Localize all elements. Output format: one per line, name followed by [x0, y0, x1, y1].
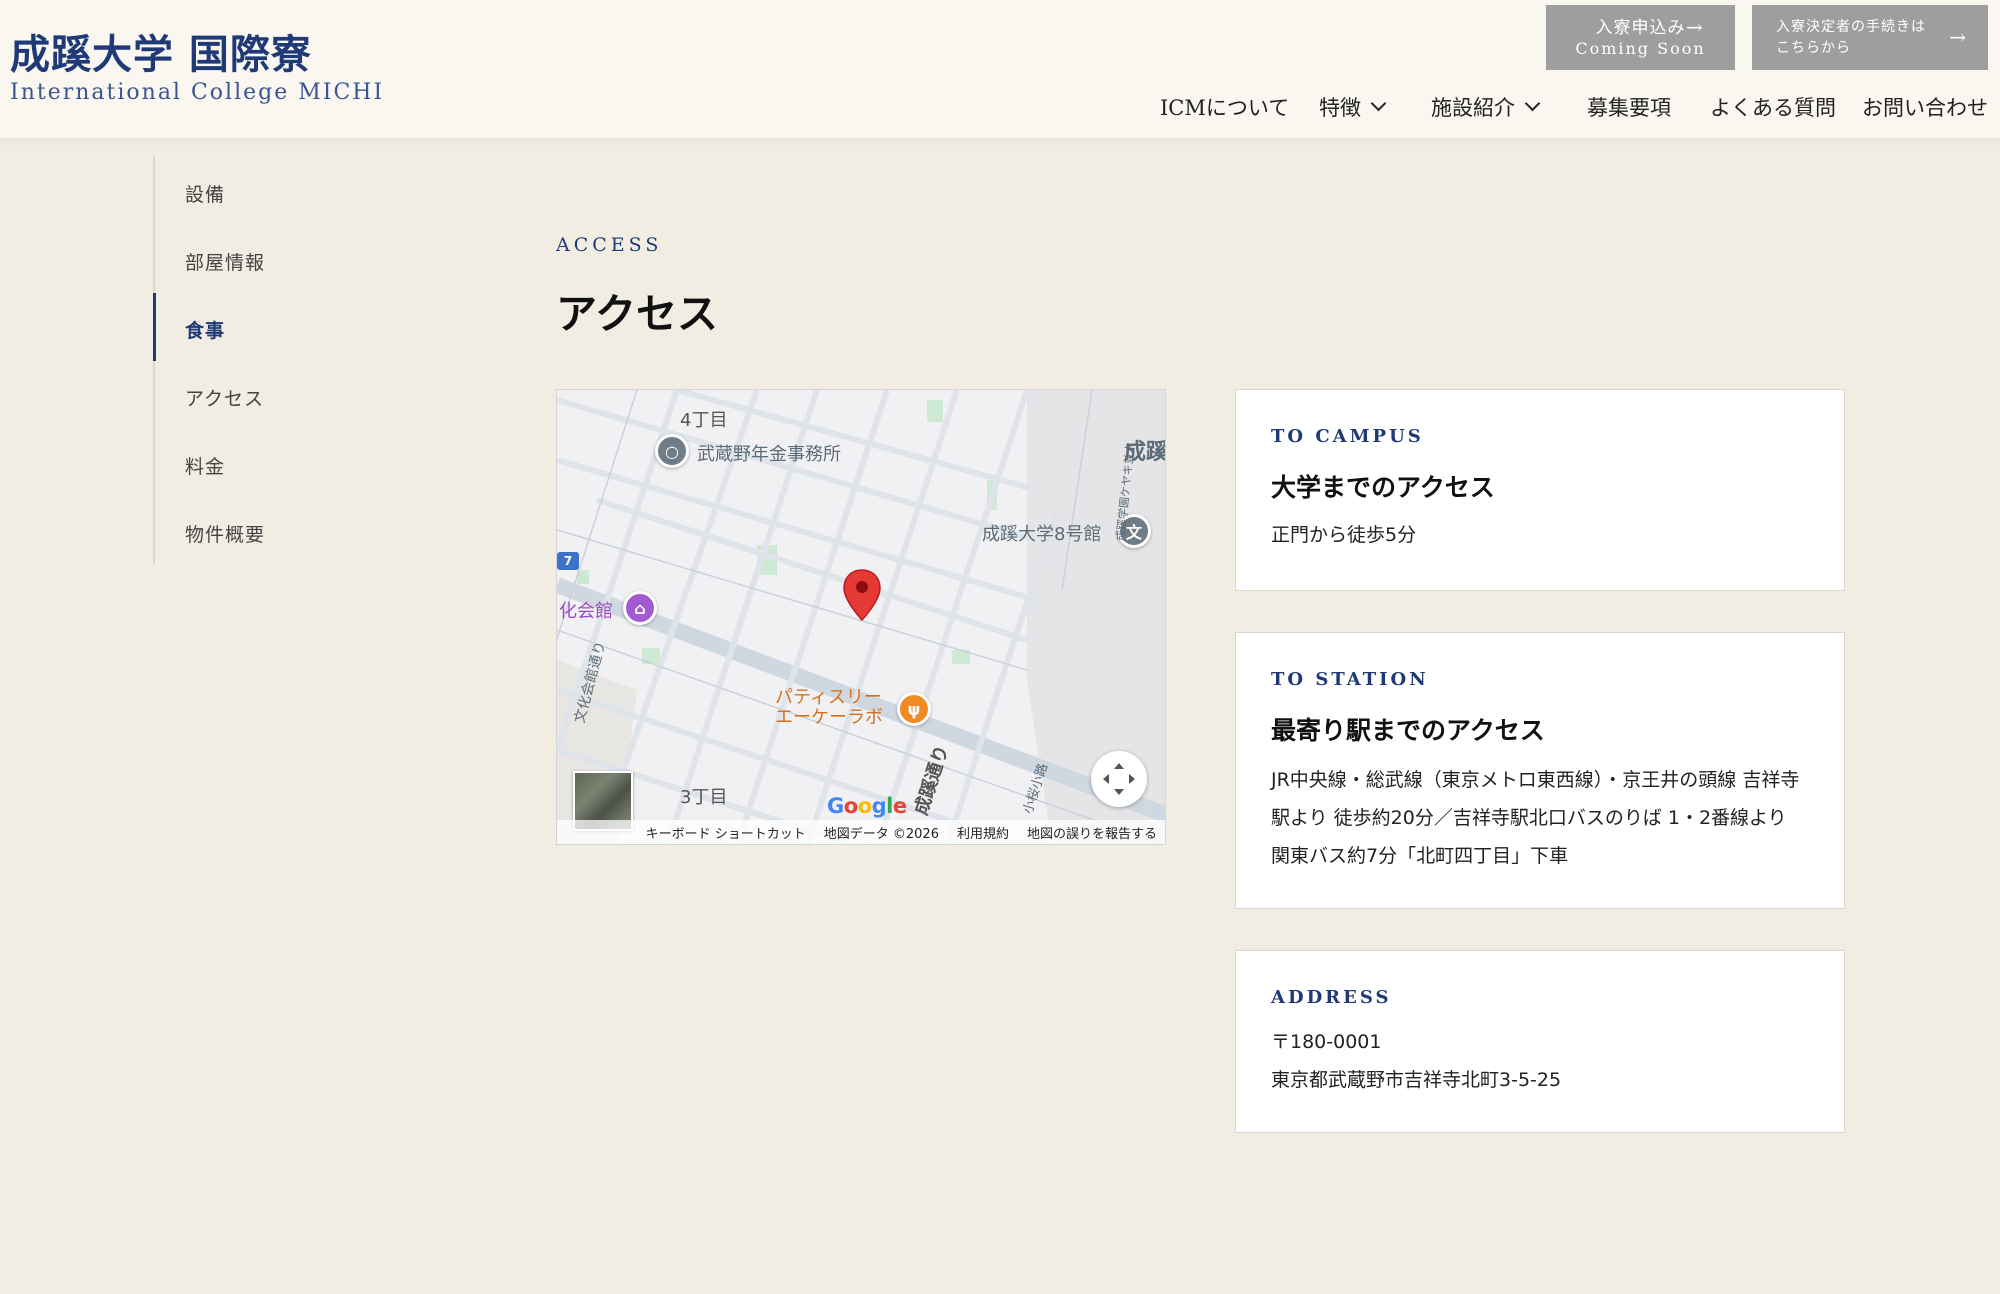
logo-english[interactable]: International College MICHI [10, 80, 384, 105]
nav-item-faq[interactable]: よくある質問 [1710, 90, 1836, 124]
nav-item-label: お問い合わせ [1862, 96, 1988, 120]
map-label-patisserie-1[interactable]: パティスリー [775, 688, 882, 708]
nav-item-about[interactable]: ICMについて [1160, 90, 1289, 124]
report-error-link[interactable]: 地図の誤りを報告する [1027, 823, 1157, 842]
arrow-right-icon: → [1686, 15, 1703, 39]
card-title: 大学までのアクセス [1271, 473, 1495, 502]
procedure-button-label-1: 入寮決定者の手続きは [1776, 18, 1926, 35]
nav-item-facilities[interactable]: 施設紹介 [1431, 90, 1541, 124]
sidebar-active-indicator [153, 293, 156, 361]
nav-item-label: ICMについて [1160, 96, 1290, 120]
map-label-pension-office[interactable]: 武蔵野年金事務所 [697, 440, 841, 466]
route-7-badge: 7 [557, 552, 579, 570]
sidebar-item-rooms[interactable]: 部屋情報 [185, 248, 265, 275]
nav-item-label: 募集要項 [1587, 96, 1671, 120]
apply-button-sublabel: Coming Soon [1575, 38, 1706, 58]
site-header: 成蹊大学 国際寮 International College MICHI 入寮申… [0, 0, 2000, 138]
terms-link[interactable]: 利用規約 [957, 823, 1009, 842]
sidebar-item-equipment[interactable]: 設備 [185, 180, 225, 207]
campus-access-card: TO CAMPUS 大学までのアクセス 正門から徒歩5分 [1235, 389, 1845, 591]
sidebar-item-access[interactable]: アクセス [185, 384, 264, 411]
logo-japanese[interactable]: 成蹊大学 国際寮 [10, 22, 312, 80]
procedure-button[interactable]: 入寮決定者の手続きは こちらから → [1752, 5, 1988, 70]
sidebar-item-property[interactable]: 物件概要 [185, 520, 265, 547]
chevron-down-icon [1370, 95, 1387, 111]
apply-button[interactable]: 入寮申込み Coming Soon → [1546, 5, 1735, 70]
address-street: 東京都武蔵野市吉祥寺北町3-5-25 [1271, 1069, 1562, 1091]
sidebar-item-fees[interactable]: 料金 [185, 452, 225, 479]
nav-item-features[interactable]: 特徴 [1319, 90, 1387, 124]
pension-office-marker-icon[interactable]: ○ [655, 434, 689, 468]
section-eyebrow: ACCESS [556, 234, 663, 256]
arrow-right-icon: → [1949, 25, 1966, 49]
location-pin-icon[interactable] [842, 568, 882, 622]
card-body-line-1: JR中央線・総武線（東京メトロ東西線）・京王井の頭線 吉祥寺 [1271, 769, 1800, 791]
station-access-card: TO STATION 最寄り駅までのアクセス JR中央線・総武線（東京メトロ東西… [1235, 632, 1845, 909]
nav-item-guidelines[interactable]: 募集要項 [1587, 90, 1671, 124]
fullscreen-icon [1103, 763, 1135, 795]
sidebar-item-meals[interactable]: 食事 [185, 316, 225, 343]
hall-marker-icon[interactable]: ⌂ [623, 591, 657, 625]
keyboard-shortcuts-link[interactable]: キーボード ショートカット [646, 823, 806, 842]
card-eyebrow: ADDRESS [1271, 987, 1392, 1008]
card-eyebrow: TO STATION [1271, 669, 1429, 690]
restaurant-marker-icon[interactable]: ψ [897, 692, 931, 726]
nav-item-label: 施設紹介 [1431, 96, 1515, 120]
map-label-chome4: 4丁目 [680, 410, 728, 431]
address-postal: 〒180-0001 [1271, 1031, 1382, 1053]
card-body-line-2: 駅より 徒歩約20分／吉祥寺駅北口バスのりば 1・2番線より [1271, 807, 1787, 829]
map-embed[interactable]: 7 4丁目 3丁目 ○ 武蔵野年金事務所 成蹊大学8号館 文 成蹊 化会館 ⌂ … [556, 389, 1166, 845]
card-body: 正門から徒歩5分 [1271, 524, 1417, 546]
chevron-down-icon [1524, 95, 1541, 111]
card-title: 最寄り駅までのアクセス [1271, 716, 1545, 745]
card-body-line-3: 関東バス約7分「北町四丁目」下車 [1271, 845, 1569, 867]
fullscreen-button[interactable] [1091, 751, 1147, 807]
google-logo: Google [827, 794, 907, 818]
map-attribution-bar: キーボード ショートカット 地図データ ©2026 利用規約 地図の誤りを報告す… [557, 820, 1165, 844]
address-card: ADDRESS 〒180-0001 東京都武蔵野市吉祥寺北町3-5-25 [1235, 950, 1845, 1133]
map-label-patisserie-2[interactable]: エーケーラボ [775, 708, 883, 728]
procedure-button-label-2: こちらから [1776, 39, 1851, 56]
map-label-bunka-hall[interactable]: 化会館 [559, 597, 613, 623]
page-title: アクセス [556, 290, 718, 338]
nav-item-label: よくある質問 [1710, 96, 1836, 120]
map-label-chome3: 3丁目 [680, 787, 728, 808]
nav-item-label: 特徴 [1319, 96, 1361, 120]
map-label-seikei-8[interactable]: 成蹊大学8号館 [982, 520, 1101, 546]
card-eyebrow: TO CAMPUS [1271, 426, 1424, 447]
map-data-copyright: 地図データ ©2026 [823, 826, 939, 842]
nav-item-contact[interactable]: お問い合わせ [1862, 90, 1988, 124]
